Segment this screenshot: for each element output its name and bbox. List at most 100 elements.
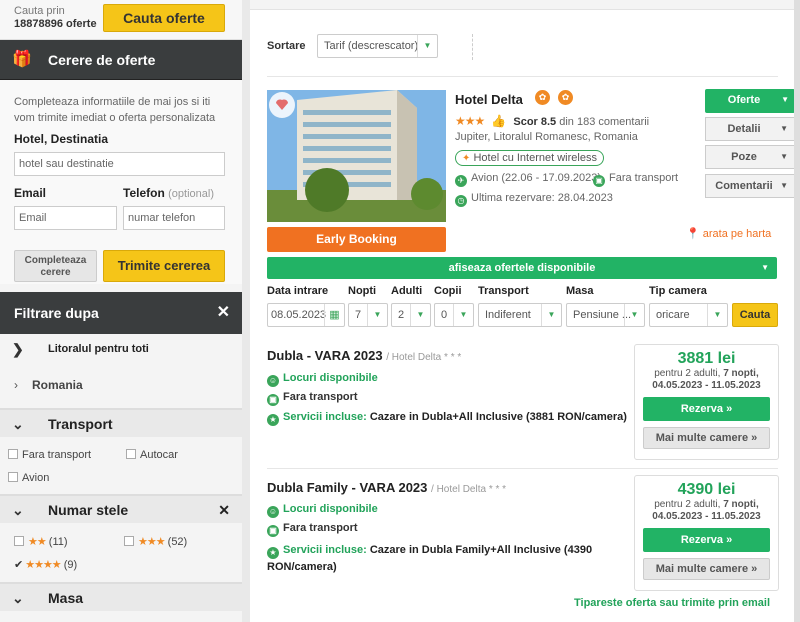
chevron-down-icon: ▼	[417, 35, 437, 57]
stars-title-bar[interactable]: ⌄ Numar stele ✕	[0, 495, 242, 523]
chevron-down-icon: ▼	[707, 304, 727, 326]
chevron-down-icon: ▼	[541, 304, 561, 326]
offer-price: 3881 lei	[677, 350, 736, 367]
offer-services: ★ Servicii incluse: Cazare in Dubla+All I…	[267, 409, 627, 426]
room-select[interactable]: oricare ▼	[649, 303, 728, 327]
wifi-icon: ✦	[462, 153, 471, 164]
filter-section-transport: ⌄ Transport Fara transport Autocar Avion	[0, 409, 242, 495]
star-rating: ★★★★	[25, 559, 61, 571]
hotel-name[interactable]: Hotel Delta	[455, 92, 523, 107]
bus-icon: ▣	[267, 525, 279, 537]
offer-name[interactable]: Dubla Family - VARA 2023	[267, 480, 427, 495]
top-strip	[250, 0, 794, 10]
meal-select[interactable]: Pensiune ... ▼	[566, 303, 645, 327]
chevron-down-icon: ▼	[761, 263, 769, 272]
checkbox[interactable]	[126, 449, 136, 459]
show-offers-bar[interactable]: afiseaza ofertele disponibile ▼	[267, 257, 777, 279]
star-rating: ★★	[28, 536, 47, 548]
complete-request-button[interactable]: Completeaza cerere	[14, 250, 97, 282]
show-offers-label: afiseaza ofertele disponibile	[448, 262, 596, 274]
medal-icon: ✿	[558, 90, 573, 105]
close-filter-icon[interactable]: ✕	[217, 292, 230, 334]
left-sidebar: Cauta prin 18878896 oferte Cauta oferte …	[0, 0, 242, 622]
filter-country[interactable]: › Romania	[0, 364, 242, 409]
price-guests: pentru 2 adulti,	[654, 368, 721, 379]
availability-label: Locuri disponibile	[283, 503, 378, 515]
details-button[interactable]: Detalii ▼	[705, 117, 795, 141]
offer-title[interactable]: Dubla Family - VARA 2023 / Hotel Delta *…	[267, 480, 506, 495]
chevron-down-icon: ⌄	[12, 416, 24, 432]
price-dates: 04.05.2023 - 11.05.2023	[652, 380, 761, 391]
more-rooms-button[interactable]: Mai multe camere »	[643, 427, 770, 449]
print-email-link[interactable]: Tipareste oferta sau trimite prin email	[574, 597, 770, 609]
search-offers-button[interactable]: Cauta oferte	[103, 4, 225, 32]
filter-header: Filtrare dupa ✕	[0, 292, 242, 334]
services-text: Cazare in Dubla+All Inclusive (3881 RON/…	[369, 411, 627, 423]
email-field[interactable]: Email	[14, 206, 117, 230]
transport-select[interactable]: Indiferent ▼	[478, 303, 562, 327]
checkbox[interactable]	[14, 536, 24, 546]
children-select[interactable]: 0 ▼	[434, 303, 474, 327]
hotel-rating: ★★★ 👍 Scor 8.5 din 183 comentarii	[455, 114, 649, 128]
filter-option-fara-transport[interactable]: Fara transport	[8, 449, 91, 461]
hotel-location: Jupiter, Litoralul Romanesc, Romania	[455, 131, 638, 143]
room-label: Tip camera	[649, 285, 707, 297]
destination-input[interactable]: hotel sau destinatie	[14, 152, 225, 176]
comments-button[interactable]: Comentarii ▼	[705, 174, 795, 198]
phone-field[interactable]: numar telefon	[123, 206, 225, 230]
thumbs-up-icon: 👍	[491, 114, 507, 128]
offer-transport: ▣ Fara transport	[267, 391, 358, 406]
transport-title: Transport	[48, 416, 113, 432]
checkbox[interactable]	[124, 536, 134, 546]
filter-option-avion[interactable]: Avion	[8, 472, 49, 484]
book-button[interactable]: Rezerva »	[643, 528, 770, 552]
scrollbar-track[interactable]	[794, 0, 800, 622]
checkin-value: 08.05.2023	[271, 309, 327, 321]
offer-name[interactable]: Dubla - VARA 2023	[267, 348, 383, 363]
last-booking-info: ◷ Ultima rezervare: 28.04.2023	[455, 192, 613, 207]
calendar-icon[interactable]: ▦	[324, 304, 344, 326]
filter-section-litoral[interactable]: ❯ Litoralul pentru toti	[0, 334, 242, 364]
early-booking-button[interactable]: Early Booking	[267, 227, 446, 252]
map-link[interactable]: 📍 arata pe harta	[686, 227, 771, 240]
filter-title: Filtrare dupa	[14, 305, 99, 321]
checkmark-icon[interactable]: ✔	[14, 559, 23, 571]
filter-option-2-stars[interactable]: ★★ (11)	[14, 535, 68, 548]
checkin-date-input[interactable]: 08.05.2023 ▦	[267, 303, 345, 327]
option-label: Fara transport	[22, 449, 92, 461]
search-button[interactable]: Cauta	[732, 303, 778, 327]
photos-button[interactable]: Poze ▼	[705, 145, 795, 169]
transport-title-bar[interactable]: ⌄ Transport	[0, 409, 242, 437]
filter-option-autocar[interactable]: Autocar	[126, 449, 178, 461]
checkbox[interactable]	[8, 472, 18, 482]
bus-icon: ▣	[593, 175, 605, 187]
offer-services: ★ Servicii incluse: Cazare in Dubla Famil…	[267, 542, 607, 575]
more-rooms-button[interactable]: Mai multe camere »	[643, 558, 770, 580]
meal-title-bar[interactable]: ⌄ Masa	[0, 583, 242, 611]
checkbox[interactable]	[8, 449, 18, 459]
hotel-photo[interactable]	[267, 90, 446, 222]
sort-select[interactable]: Tarif (descrescator) ▼	[317, 34, 438, 58]
smile-icon: ☺	[267, 375, 279, 387]
price-guests: pentru 2 adulti,	[654, 499, 721, 510]
meal-value: Pensiune ...	[573, 309, 632, 321]
availability-label: Locuri disponibile	[283, 372, 378, 384]
close-icon[interactable]: ✕	[218, 496, 230, 524]
email-label: Email	[14, 186, 47, 200]
option-count: (9)	[63, 559, 78, 571]
offer-title[interactable]: Dubla - VARA 2023 / Hotel Delta * * *	[267, 348, 461, 363]
book-button[interactable]: Rezerva »	[643, 397, 770, 421]
adults-select[interactable]: 2 ▼	[391, 303, 431, 327]
flight-dates: Avion (22.06 - 17.09.2023)	[471, 172, 602, 184]
filter-option-3-stars[interactable]: ★★★ (52)	[124, 535, 187, 548]
chevron-right-icon: ›	[14, 378, 18, 392]
option-label: Avion	[22, 472, 50, 484]
offers-button[interactable]: Oferte ▼	[705, 89, 795, 113]
transport-label: Fara transport	[609, 172, 679, 184]
chevron-down-icon: ⌄	[12, 590, 24, 606]
nights-select[interactable]: 7 ▼	[348, 303, 388, 327]
flight-info: ✈ Avion (22.06 - 17.09.2023)	[455, 172, 601, 187]
checkin-label: Data intrare	[267, 285, 329, 297]
send-request-button[interactable]: Trimite cererea	[103, 250, 225, 282]
filter-option-4-stars[interactable]: ✔ ★★★★ (9)	[14, 558, 77, 571]
